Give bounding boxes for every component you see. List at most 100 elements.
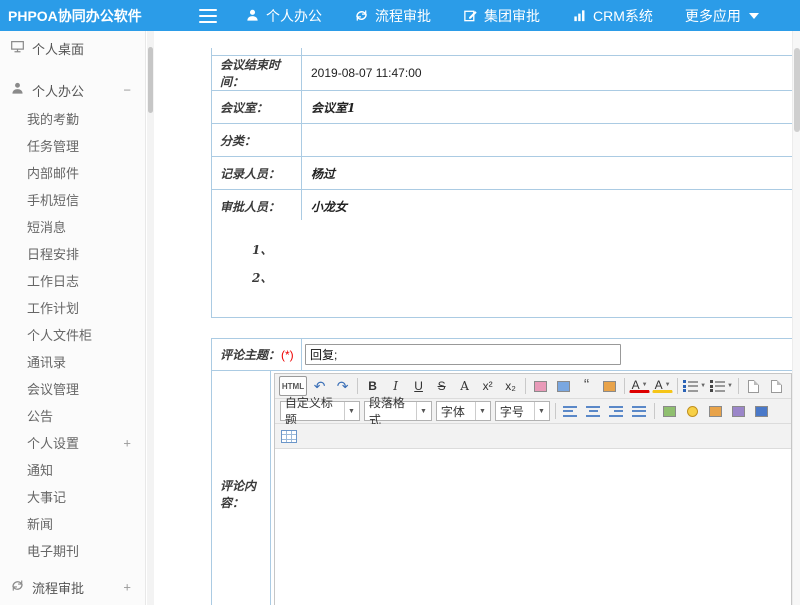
html-source-button[interactable]: HTML bbox=[279, 376, 307, 396]
font-family-select[interactable]: 字体 ▼ bbox=[436, 401, 491, 421]
insert-picture-button[interactable] bbox=[705, 401, 726, 421]
sidebar-item-label: 会议管理 bbox=[27, 379, 79, 398]
format-painter-button[interactable] bbox=[553, 376, 574, 396]
person-icon bbox=[245, 8, 260, 23]
nav-group-approval[interactable]: 集团审批 bbox=[463, 6, 540, 26]
main-scrollbar[interactable] bbox=[792, 31, 800, 605]
chevron-down-icon: ▼ bbox=[727, 383, 733, 389]
heading-select[interactable]: 自定义标题 ▼ bbox=[280, 401, 360, 421]
field-label: 评论内容： bbox=[220, 477, 270, 511]
sidebar-item-meeting-management[interactable]: 会议管理 bbox=[0, 375, 145, 402]
insert-flash-button[interactable] bbox=[728, 401, 749, 421]
sidebar-item-schedule[interactable]: 日程安排 bbox=[0, 240, 145, 267]
sidebar-scrollbar-thumb[interactable] bbox=[148, 47, 153, 113]
align-left-button[interactable] bbox=[560, 401, 581, 421]
sidebar-section-desktop[interactable]: 个人桌面 bbox=[0, 33, 145, 63]
comment-subject-input[interactable] bbox=[305, 344, 621, 365]
sidebar-item-sms[interactable]: 手机短信 bbox=[0, 186, 145, 213]
underline-button[interactable]: U bbox=[408, 376, 429, 396]
sidebar-item-announcement[interactable]: 公告 bbox=[0, 402, 145, 429]
insert-media-button[interactable] bbox=[751, 401, 772, 421]
sidebar-item-label: 个人设置 bbox=[27, 433, 79, 452]
chevron-down-icon: ▼ bbox=[642, 380, 648, 390]
undo-button[interactable]: ↶ bbox=[309, 376, 330, 396]
sidebar-item-internal-mail[interactable]: 内部邮件 bbox=[0, 159, 145, 186]
comment-content-label: 评论内容： bbox=[212, 371, 271, 605]
new-document-button[interactable] bbox=[743, 376, 764, 396]
sidebar-item-short-message[interactable]: 短消息 bbox=[0, 213, 145, 240]
insert-emoticon-button[interactable] bbox=[682, 401, 703, 421]
person-icon bbox=[10, 81, 25, 99]
insert-image-button[interactable] bbox=[599, 376, 620, 396]
collapse-toggle[interactable]: − bbox=[123, 83, 131, 98]
nav-crm-system[interactable]: CRM系统 bbox=[572, 6, 653, 26]
highlight-color-button[interactable]: A▼ bbox=[652, 379, 673, 393]
superscript-button[interactable]: x² bbox=[477, 376, 498, 396]
font-size-select[interactable]: 字号 ▼ bbox=[495, 401, 550, 421]
sidebar-item-label: 内部邮件 bbox=[27, 163, 79, 182]
preview-button[interactable] bbox=[766, 376, 787, 396]
redo-button[interactable]: ↷ bbox=[332, 376, 353, 396]
sidebar-item-news[interactable]: 新闻 bbox=[0, 510, 145, 537]
top-nav: 个人办公 流程审批 集团审批 CRM系统 更多应用 bbox=[245, 6, 791, 26]
comment-form: 评论主题：(*) 评论内容： HTML ↶ ↷ bbox=[211, 338, 792, 605]
align-justify-button[interactable] bbox=[629, 401, 650, 421]
blockquote-button[interactable]: “ bbox=[576, 376, 597, 396]
nav-personal-office[interactable]: 个人办公 bbox=[245, 6, 322, 26]
nav-workflow-approval[interactable]: 流程审批 bbox=[354, 6, 431, 26]
paragraph-format-select[interactable]: 段落格式 ▼ bbox=[364, 401, 432, 421]
insert-link-button[interactable] bbox=[659, 401, 680, 421]
sidebar-item-tasks[interactable]: 任务管理 bbox=[0, 132, 145, 159]
required-mark: (*) bbox=[281, 348, 294, 362]
insert-table-button[interactable] bbox=[279, 426, 300, 446]
main-scrollbar-thumb[interactable] bbox=[794, 48, 800, 132]
field-value: 小龙女 bbox=[302, 190, 792, 222]
sidebar-item-label: 短消息 bbox=[27, 217, 66, 236]
sidebar-item-contacts[interactable]: 通讯录 bbox=[0, 348, 145, 375]
nav-label: 流程审批 bbox=[375, 6, 431, 26]
eraser-icon bbox=[534, 381, 547, 392]
subscript-button[interactable]: x₂ bbox=[500, 376, 521, 396]
sidebar-item-label: 日程安排 bbox=[27, 244, 79, 263]
sidebar-section-workflow[interactable]: 流程审批 + bbox=[0, 572, 145, 602]
sidebar-scrollbar[interactable] bbox=[147, 31, 154, 605]
field-value: 杨过 bbox=[302, 157, 792, 189]
sidebar-item-attendance[interactable]: 我的考勤 bbox=[0, 105, 145, 132]
app-window: PHPOA协同办公软件 个人办公 流程审批 集团审批 bbox=[0, 0, 800, 605]
field-value: 会议室1 bbox=[302, 91, 792, 123]
sidebar-item-events[interactable]: 大事记 bbox=[0, 483, 145, 510]
font-color-button[interactable]: A▼ bbox=[629, 379, 650, 393]
flash-icon bbox=[732, 406, 745, 417]
strikethrough-button[interactable]: S bbox=[431, 376, 452, 396]
bold-button[interactable]: B bbox=[362, 376, 383, 396]
sidebar-item-e-journal[interactable]: 电子期刊 bbox=[0, 537, 145, 564]
font-style-button[interactable]: A bbox=[454, 376, 475, 396]
bar-chart-icon bbox=[572, 8, 587, 23]
chevron-down-icon: ▼ bbox=[534, 402, 545, 420]
sidebar-item-file-cabinet[interactable]: 个人文件柜 bbox=[0, 321, 145, 348]
align-right-button[interactable] bbox=[606, 401, 627, 421]
sidebar-item-notice[interactable]: 通知 bbox=[0, 456, 145, 483]
editor-content-area[interactable] bbox=[275, 449, 791, 605]
comment-content-row: 评论内容： HTML ↶ ↷ B I U S bbox=[212, 371, 792, 605]
expand-toggle[interactable]: + bbox=[123, 580, 131, 595]
sidebar-item-personal-settings[interactable]: 个人设置 + bbox=[0, 429, 145, 456]
sidebar-section-label: 流程审批 bbox=[32, 578, 84, 597]
sidebar-item-label: 我的考勤 bbox=[27, 109, 79, 128]
ordered-list-button[interactable]: ▼ bbox=[682, 376, 707, 396]
italic-button[interactable]: I bbox=[385, 376, 406, 396]
sidebar-item-work-log[interactable]: 工作日志 bbox=[0, 267, 145, 294]
sidebar-item-label: 大事记 bbox=[27, 487, 66, 506]
sidebar-item-work-plan[interactable]: 工作计划 bbox=[0, 294, 145, 321]
unordered-list-button[interactable]: ▼ bbox=[709, 376, 734, 396]
expand-toggle[interactable]: + bbox=[123, 435, 131, 450]
remove-format-button[interactable] bbox=[530, 376, 551, 396]
sidebar-section-personal-office[interactable]: 个人办公 − bbox=[0, 75, 145, 105]
toolbar-separator bbox=[555, 403, 556, 419]
hamburger-menu-icon[interactable] bbox=[199, 9, 217, 23]
nav-more-apps[interactable]: 更多应用 bbox=[685, 6, 759, 26]
editor-toolbar-row3 bbox=[275, 424, 791, 449]
toolbar-separator bbox=[654, 403, 655, 419]
align-center-button[interactable] bbox=[583, 401, 604, 421]
sidebar-item-label: 通知 bbox=[27, 460, 53, 479]
